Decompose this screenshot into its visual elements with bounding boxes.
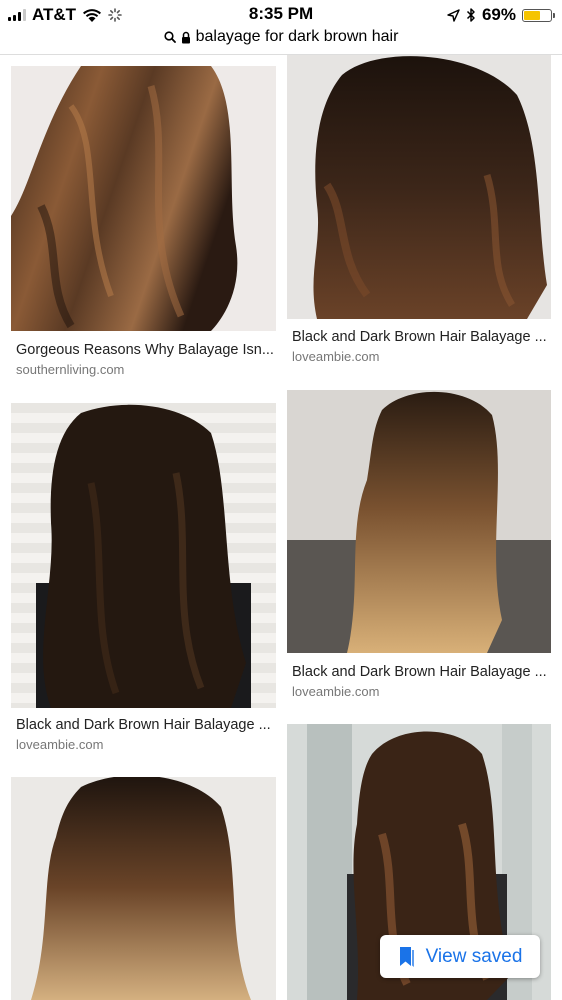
result-source: loveambie.com [292,349,380,364]
image-result[interactable]: Gorgeous Reasons Why Balayage Isn... sou… [11,66,276,386]
view-saved-label: View saved [425,945,523,967]
lock-icon [181,31,190,43]
result-source: loveambie.com [16,737,104,752]
result-image[interactable] [11,403,276,708]
result-title[interactable]: Black and Dark Brown Hair Balayage ... [292,329,547,345]
image-result[interactable] [11,777,276,1000]
result-source: loveambie.com [292,684,380,699]
search-query: balayage for dark brown hair [195,28,399,45]
result-image[interactable] [11,66,276,331]
image-result[interactable]: Black and Dark Brown Hair Balayage ... l… [287,390,551,710]
battery-icon [522,8,555,22]
image-result[interactable]: Black and Dark Brown Hair Balayage ... l… [11,403,276,753]
bookmark-icon [399,946,414,967]
result-title[interactable]: Gorgeous Reasons Why Balayage Isn... [16,342,274,358]
image-result[interactable]: Black and Dark Brown Hair Balayage ... l… [287,55,551,370]
result-image[interactable] [287,390,551,653]
battery-percent: 69% [481,5,516,24]
result-source: southernliving.com [16,362,125,377]
location-icon [447,8,460,22]
result-image[interactable] [287,55,551,319]
search-icon [164,31,176,43]
status-right: 69% [447,5,555,25]
result-title[interactable]: Black and Dark Brown Hair Balayage ... [16,717,271,733]
result-image[interactable] [11,777,276,1000]
result-title[interactable]: Black and Dark Brown Hair Balayage ... [292,664,547,680]
status-bar: AT&T 8:35 PM 69% [0,0,562,28]
url-bar[interactable]: balayage for dark brown hair [0,28,562,54]
bluetooth-icon [466,8,475,22]
view-saved-button[interactable]: View saved [380,935,540,978]
